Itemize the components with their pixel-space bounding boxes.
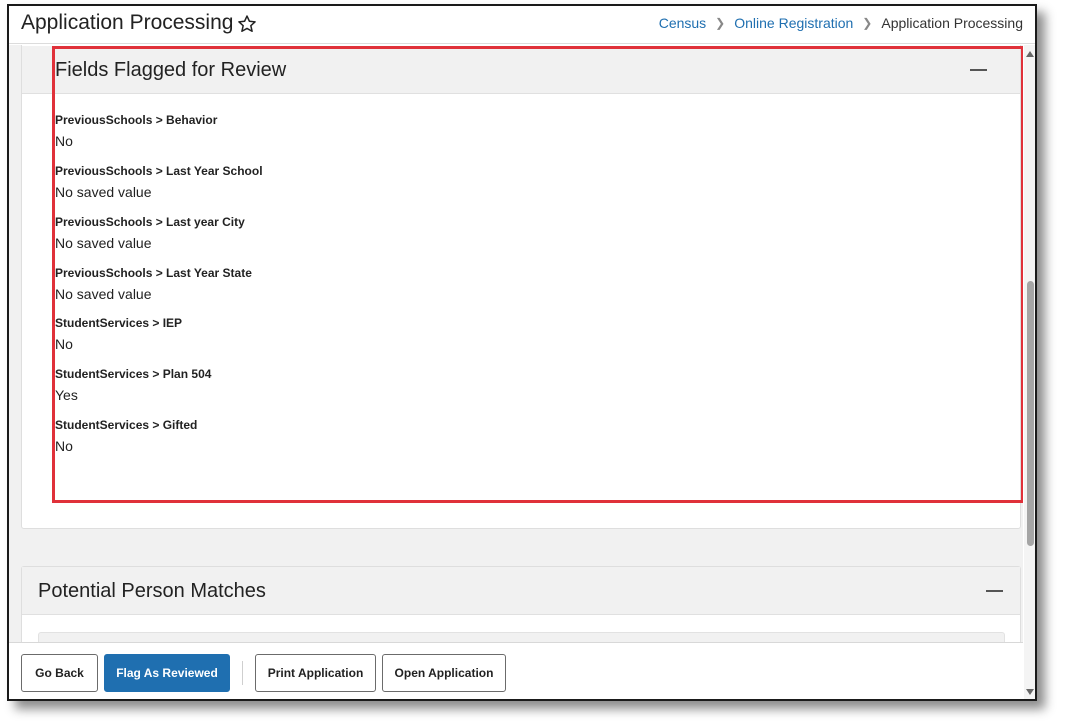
review-highlight-frame <box>52 46 1023 503</box>
page-header: Application Processing Census ❯ Online R… <box>9 6 1035 44</box>
collapse-icon[interactable] <box>986 590 1003 592</box>
breadcrumb: Census ❯ Online Registration ❯ Applicati… <box>659 15 1023 31</box>
go-back-button[interactable]: Go Back <box>21 654 98 692</box>
person-matches-title: Potential Person Matches <box>38 580 266 602</box>
page-title: Application Processing <box>21 11 234 34</box>
chevron-right-icon: ❯ <box>862 16 873 30</box>
vertical-scrollbar[interactable] <box>1024 45 1035 699</box>
star-icon[interactable] <box>237 14 257 34</box>
scroll-down-arrow-icon[interactable] <box>1026 689 1034 695</box>
flag-as-reviewed-button[interactable]: Flag As Reviewed <box>104 654 230 692</box>
content-area: Fields Flagged for Review PreviousSchool… <box>9 45 1023 642</box>
person-matches-header[interactable]: Potential Person Matches <box>22 567 1020 615</box>
flagged-fields-card: Fields Flagged for Review PreviousSchool… <box>21 45 1023 529</box>
person-matches-card: Potential Person Matches <box>21 566 1021 642</box>
scroll-up-arrow-icon[interactable] <box>1026 51 1034 57</box>
button-divider <box>242 661 243 685</box>
breadcrumb-census[interactable]: Census <box>659 15 706 31</box>
action-bar: Go Back Flag As Reviewed Print Applicati… <box>9 642 1023 699</box>
person-matches-table <box>38 632 1005 642</box>
print-application-button[interactable]: Print Application <box>255 654 376 692</box>
scroll-thumb[interactable] <box>1027 281 1034 546</box>
open-application-button[interactable]: Open Application <box>382 654 506 692</box>
app-window: Application Processing Census ❯ Online R… <box>7 4 1037 701</box>
breadcrumb-current: Application Processing <box>881 15 1023 31</box>
chevron-right-icon: ❯ <box>715 16 726 30</box>
breadcrumb-online-registration[interactable]: Online Registration <box>734 15 853 31</box>
